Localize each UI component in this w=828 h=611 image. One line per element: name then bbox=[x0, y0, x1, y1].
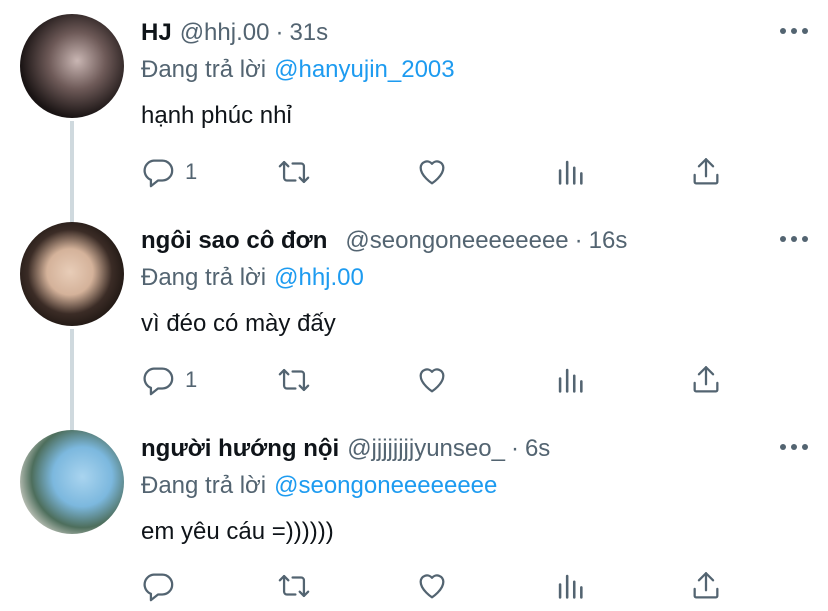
reply-context: Đang trả lời @hhj.00 bbox=[141, 260, 808, 296]
retweet-button[interactable] bbox=[277, 566, 311, 606]
more-icon[interactable] bbox=[780, 26, 808, 36]
reply-mention[interactable]: @hanyujin_2003 bbox=[274, 56, 455, 84]
like-button[interactable] bbox=[415, 360, 449, 400]
reply-prefix: Đang trả lời bbox=[141, 264, 267, 291]
timestamp[interactable]: 6s bbox=[525, 435, 550, 463]
stats-icon bbox=[558, 368, 583, 393]
stats-button[interactable] bbox=[553, 360, 587, 400]
tweet-text: vì đéo có mày đấy bbox=[141, 310, 336, 337]
stats-icon bbox=[558, 574, 583, 599]
separator: · bbox=[574, 227, 583, 254]
retweet-button[interactable] bbox=[277, 152, 311, 192]
reply-icon bbox=[143, 159, 174, 188]
heart-icon bbox=[419, 368, 445, 393]
share-icon bbox=[693, 572, 719, 599]
tweet-content: người hướng nội @jjjjjjjjyunseo_ · 6s Đa… bbox=[141, 432, 808, 550]
separator: · bbox=[510, 435, 519, 462]
stats-button[interactable] bbox=[553, 566, 587, 606]
heart-icon bbox=[419, 160, 445, 185]
tweet-header: người hướng nội @jjjjjjjjyunseo_ · 6s bbox=[141, 432, 808, 466]
heart-icon bbox=[419, 574, 445, 599]
stats-button[interactable] bbox=[553, 152, 587, 192]
retweet-icon bbox=[278, 160, 310, 184]
timestamp[interactable]: 31s bbox=[289, 19, 328, 47]
tweet[interactable]: người hướng nội @jjjjjjjjyunseo_ · 6s Đa… bbox=[0, 416, 828, 611]
action-bar: 1 bbox=[141, 152, 741, 192]
more-icon[interactable] bbox=[780, 234, 808, 244]
stats-icon bbox=[558, 160, 583, 185]
tweet[interactable]: HJ @hhj.00 · 31s Đang trả lời @hanyujin_… bbox=[0, 0, 828, 225]
more-icon[interactable] bbox=[780, 442, 808, 452]
user-handle[interactable]: @seongoneeeeeeee bbox=[345, 227, 568, 255]
timestamp[interactable]: 16s bbox=[589, 227, 628, 255]
reply-context: Đang trả lời @hanyujin_2003 bbox=[141, 52, 808, 88]
avatar[interactable] bbox=[20, 222, 124, 326]
display-name[interactable]: ngôi sao cô đơn bbox=[141, 227, 327, 255]
tweet-content: ngôi sao cô đơn @seongoneeeeeeee · 16s Đ… bbox=[141, 224, 808, 342]
tweet-text: em yêu cáu =)))))) bbox=[141, 518, 334, 545]
avatar[interactable] bbox=[20, 430, 124, 534]
display-name[interactable]: người hướng nội bbox=[141, 435, 339, 463]
reply-count: 1 bbox=[185, 159, 198, 184]
reply-prefix: Đang trả lời bbox=[141, 56, 267, 83]
display-name[interactable]: HJ bbox=[141, 19, 172, 47]
reply-prefix: Đang trả lời bbox=[141, 472, 267, 499]
tweet-header: ngôi sao cô đơn @seongoneeeeeeee · 16s bbox=[141, 224, 808, 258]
thread: HJ @hhj.00 · 31s Đang trả lời @hanyujin_… bbox=[0, 0, 828, 611]
share-icon bbox=[693, 366, 719, 393]
share-icon bbox=[693, 158, 719, 185]
reply-count: 1 bbox=[185, 367, 198, 392]
separator: · bbox=[275, 19, 284, 46]
share-button[interactable] bbox=[689, 152, 723, 192]
reply-button[interactable] bbox=[141, 566, 185, 606]
reply-icon bbox=[143, 573, 174, 602]
share-button[interactable] bbox=[689, 566, 723, 606]
reply-icon bbox=[143, 367, 174, 396]
retweet-icon bbox=[278, 574, 310, 598]
avatar[interactable] bbox=[20, 14, 124, 118]
reply-button[interactable]: 1 bbox=[141, 152, 197, 192]
like-button[interactable] bbox=[415, 566, 449, 606]
tweet[interactable]: ngôi sao cô đơn @seongoneeeeeeee · 16s Đ… bbox=[0, 208, 828, 433]
tweet-text: hạnh phúc nhỉ bbox=[141, 102, 292, 129]
share-button[interactable] bbox=[689, 360, 723, 400]
action-bar: 1 bbox=[141, 360, 741, 400]
tweet-header: HJ @hhj.00 · 31s bbox=[141, 16, 808, 50]
tweet-content: HJ @hhj.00 · 31s Đang trả lời @hanyujin_… bbox=[141, 16, 808, 134]
reply-mention[interactable]: @hhj.00 bbox=[274, 264, 364, 292]
reply-button[interactable]: 1 bbox=[141, 360, 197, 400]
retweet-icon bbox=[278, 368, 310, 392]
reply-context: Đang trả lời @seongoneeeeeeee bbox=[141, 468, 808, 504]
retweet-button[interactable] bbox=[277, 360, 311, 400]
user-handle[interactable]: @jjjjjjjjyunseo_ bbox=[347, 435, 505, 463]
reply-mention[interactable]: @seongoneeeeeeee bbox=[274, 472, 497, 500]
like-button[interactable] bbox=[415, 152, 449, 192]
user-handle[interactable]: @hhj.00 bbox=[180, 19, 270, 47]
action-bar bbox=[141, 566, 741, 606]
